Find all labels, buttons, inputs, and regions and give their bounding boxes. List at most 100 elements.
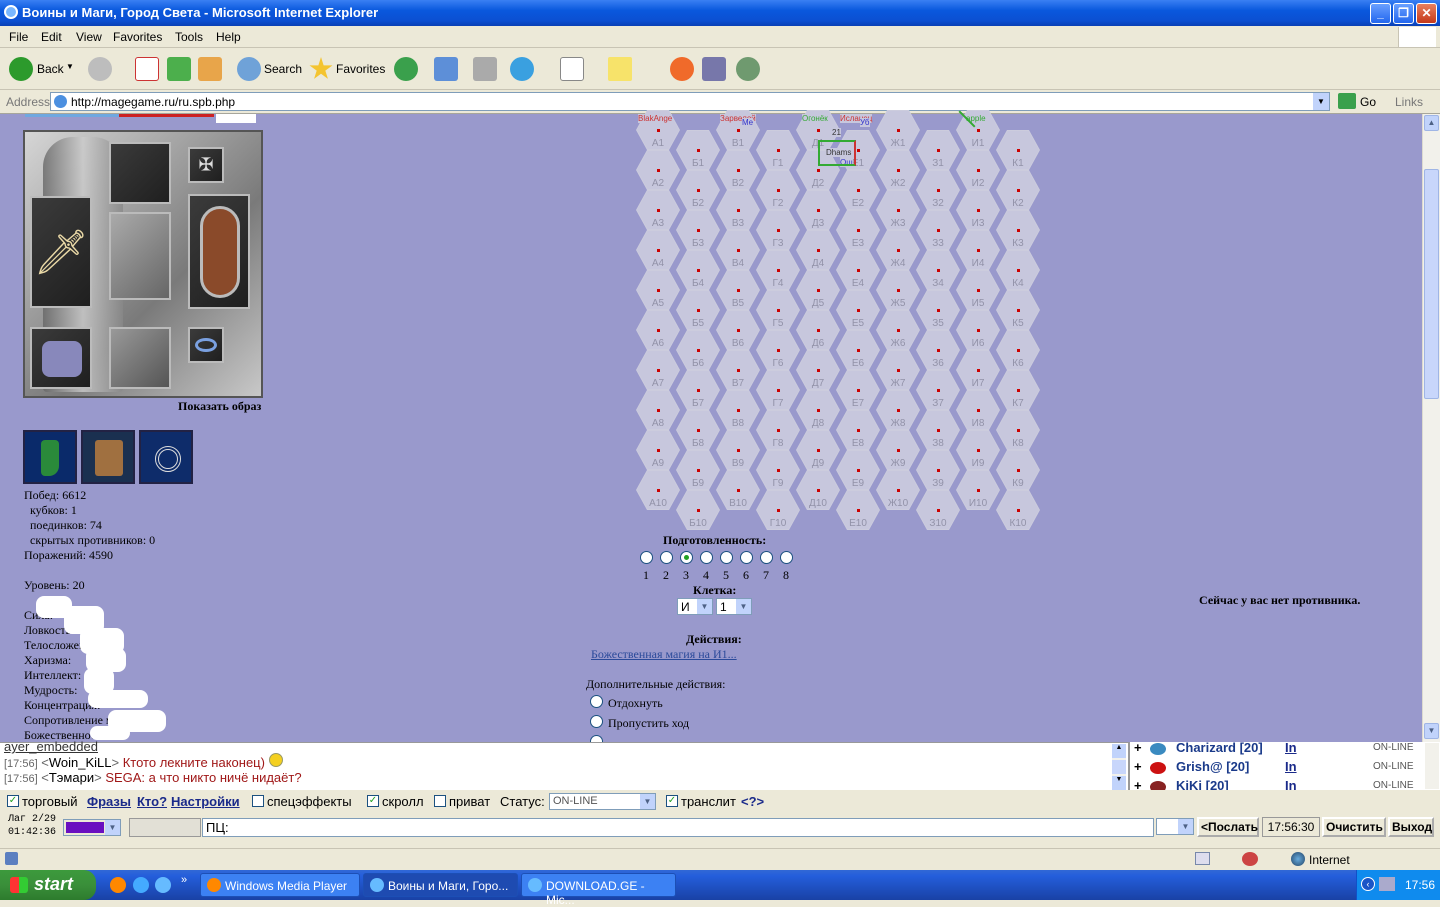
slot-ring[interactable]	[188, 327, 224, 363]
readiness-radio[interactable]	[720, 551, 733, 564]
slot-helmet[interactable]	[109, 142, 171, 204]
message-input[interactable]: ПЦ:	[202, 818, 1154, 837]
unit-marker[interactable]: BlakAnge	[638, 114, 673, 123]
task-download[interactable]: DOWNLOAD.GE - Mic...	[521, 873, 676, 907]
slot-armor[interactable]	[109, 212, 171, 300]
cell-letter-dropdown-icon[interactable]: ▼	[697, 599, 712, 614]
readiness-radio[interactable]	[680, 551, 693, 564]
chat-nick[interactable]: Тэмари	[49, 770, 94, 785]
show-image-button[interactable]: Показать образ	[178, 399, 261, 414]
slot-gloves[interactable]	[30, 327, 92, 389]
info-link[interactable]: In	[1285, 759, 1297, 774]
note-icon[interactable]	[608, 57, 632, 81]
links-label[interactable]: Links	[1395, 95, 1423, 109]
back-label[interactable]: Back	[37, 62, 64, 76]
slot-shield[interactable]	[188, 194, 250, 309]
print-icon[interactable]	[473, 57, 497, 81]
effect-boot-icon[interactable]	[23, 430, 77, 484]
back-dropdown-icon[interactable]: ▼	[66, 62, 74, 71]
recipient-field[interactable]	[129, 818, 201, 837]
menu-tools[interactable]: Tools	[175, 30, 203, 44]
translit-help-link[interactable]: <?>	[741, 794, 764, 809]
expand-plus-icon[interactable]: +	[1134, 740, 1142, 755]
effects-checkbox[interactable]	[252, 795, 264, 807]
page-scrollbar[interactable]: ▲ ▼	[1422, 114, 1440, 742]
skype-icon[interactable]	[510, 57, 534, 81]
chat-nick[interactable]: Woin_KiLL	[49, 755, 112, 770]
maximize-button[interactable]: ❐	[1393, 3, 1414, 24]
exit-button[interactable]: Выход	[1388, 817, 1434, 837]
readiness-radio[interactable]	[740, 551, 753, 564]
home-icon[interactable]	[198, 57, 222, 81]
phrases-link[interactable]: Фразы	[87, 794, 131, 809]
history-icon[interactable]	[394, 57, 418, 81]
refresh-icon[interactable]	[167, 57, 191, 81]
minimize-button[interactable]: _	[1370, 3, 1391, 24]
network-icon[interactable]	[1379, 877, 1395, 891]
favorites-label[interactable]: Favorites	[336, 62, 385, 76]
start-button[interactable]: start	[0, 870, 96, 900]
go-icon[interactable]	[1338, 93, 1356, 109]
scroll-down-icon[interactable]: ▼	[1424, 723, 1439, 739]
readiness-radio[interactable]	[660, 551, 673, 564]
readiness-radio[interactable]	[700, 551, 713, 564]
search-icon[interactable]	[237, 57, 261, 81]
cell-number-select[interactable]: 1 ▼	[716, 598, 752, 615]
menu-help[interactable]: Help	[216, 30, 241, 44]
third-option-radio[interactable]	[590, 735, 603, 742]
menu-view[interactable]: View	[76, 30, 102, 44]
at-icon[interactable]	[670, 57, 694, 81]
settings-link[interactable]: Настройки	[171, 794, 240, 809]
quicklaunch-more-icon[interactable]: »	[181, 874, 187, 886]
close-button[interactable]: ✕	[1416, 3, 1437, 24]
expand-plus-icon[interactable]: +	[1134, 759, 1142, 774]
ie-alt-quicklaunch-icon[interactable]	[155, 877, 171, 893]
online-user-row[interactable]: + Charizard [20] In ON-LINE	[1130, 740, 1425, 758]
info-link[interactable]: In	[1285, 740, 1297, 755]
chat-scroll-down-icon[interactable]: ▼	[1112, 776, 1126, 790]
go-button[interactable]: Go	[1360, 95, 1376, 109]
address-dropdown-icon[interactable]: ▼	[1313, 93, 1329, 110]
menu-edit[interactable]: Edit	[41, 30, 62, 44]
status-select[interactable]: ON-LINE ▼	[549, 793, 656, 810]
online-user-row[interactable]: + Grish@ [20] In ON-LINE	[1130, 759, 1425, 777]
history-select[interactable]: ▼	[1156, 818, 1194, 835]
slot-amulet[interactable]: ✠	[188, 147, 224, 183]
chat-scroll-thumb[interactable]	[1112, 760, 1126, 774]
chat-scrollbar[interactable]: ▲ ▼	[1112, 744, 1126, 790]
menu-file[interactable]: File	[9, 30, 28, 44]
task-game-window[interactable]: Воины и Маги, Горо...	[363, 873, 518, 897]
online-username[interactable]: Charizard [20]	[1176, 740, 1263, 755]
favorites-star-icon[interactable]	[309, 57, 333, 79]
cell-letter-select[interactable]: И ▼	[677, 598, 713, 615]
readiness-radio[interactable]	[760, 551, 773, 564]
readiness-radio[interactable]	[640, 551, 653, 564]
action-link[interactable]: Божественная магия на И1...	[591, 647, 737, 662]
who-link[interactable]: Кто?	[137, 794, 167, 809]
rest-radio[interactable]	[590, 695, 603, 708]
chat-scroll-up-icon[interactable]: ▲	[1112, 744, 1126, 758]
unit-marker[interactable]: Уб	[860, 118, 870, 127]
unit-marker[interactable]: Мe	[742, 118, 754, 127]
effect-target-icon[interactable]	[139, 430, 193, 484]
task-media-player[interactable]: Windows Media Player	[200, 873, 360, 897]
trade-checkbox[interactable]: ✓	[7, 795, 19, 807]
effect-quiver-icon[interactable]	[81, 430, 135, 484]
slot-boots[interactable]	[109, 327, 171, 389]
readiness-radio[interactable]	[780, 551, 793, 564]
privacy-icon[interactable]	[1242, 852, 1258, 866]
forward-icon[interactable]	[88, 57, 112, 81]
unit-marker[interactable]: 21	[832, 128, 841, 137]
scroll-up-icon[interactable]: ▲	[1424, 115, 1439, 131]
scroll-checkbox[interactable]: ✓	[367, 795, 379, 807]
ie-quicklaunch-icon[interactable]	[133, 877, 149, 893]
messenger-icon[interactable]	[736, 57, 760, 81]
online-username[interactable]: Grish@ [20]	[1176, 759, 1249, 774]
color-dropdown-icon[interactable]: ▼	[105, 820, 120, 835]
status-dropdown-icon[interactable]: ▼	[640, 794, 655, 809]
stop-icon[interactable]	[135, 57, 159, 81]
menu-favorites[interactable]: Favorites	[113, 30, 162, 44]
firefox-icon[interactable]	[110, 877, 126, 893]
unit-marker[interactable]: Огонёк	[802, 114, 828, 123]
clear-button[interactable]: Очистить	[1322, 817, 1386, 837]
